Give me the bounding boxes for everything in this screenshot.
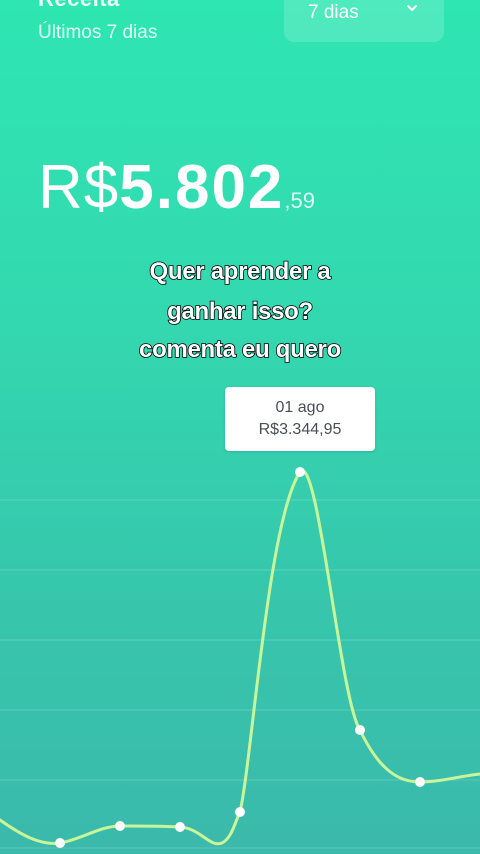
data-point[interactable] [415, 777, 425, 787]
data-point[interactable] [235, 807, 245, 817]
chart-points [55, 467, 425, 848]
data-point[interactable] [355, 725, 365, 735]
revenue-line [0, 469, 480, 846]
data-point[interactable] [175, 822, 185, 832]
data-point[interactable] [115, 821, 125, 831]
chart-tooltip: 01 ago R$3.344,95 [225, 387, 375, 451]
tooltip-date: 01 ago [275, 399, 325, 416]
chart-gridlines [0, 499, 480, 849]
data-point-peak[interactable] [295, 467, 305, 477]
data-point[interactable] [55, 838, 65, 848]
tooltip-value: R$3.344,95 [258, 421, 342, 438]
